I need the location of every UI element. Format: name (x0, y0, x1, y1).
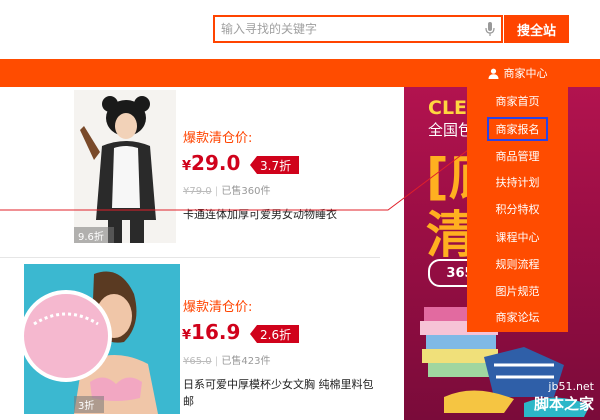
menu-item-rules-process[interactable]: 规则流程 (467, 252, 568, 276)
menu-item-points-privilege[interactable]: 积分特权 (467, 197, 568, 221)
menu-item-support-plan[interactable]: 扶持计划 (467, 170, 568, 194)
menu-item-product-management[interactable]: 商品管理 (467, 144, 568, 168)
user-icon (488, 68, 498, 79)
highlight-box (487, 117, 548, 141)
merchant-center-menu[interactable]: 商家中心 (467, 59, 568, 87)
menu-item-merchant-home[interactable]: 商家首页 (467, 89, 568, 113)
menu-item-course-center[interactable]: 课程中心 (467, 225, 568, 249)
merchant-center-dropdown: 商家中心 商家首页 商家报名 商品管理 扶持计划 积分特权 课程中心 规则流程 … (467, 59, 568, 332)
merchant-center-label: 商家中心 (503, 67, 548, 80)
menu-item-image-spec[interactable]: 图片规范 (467, 279, 568, 303)
menu-item-merchant-forum[interactable]: 商家论坛 (467, 305, 568, 329)
